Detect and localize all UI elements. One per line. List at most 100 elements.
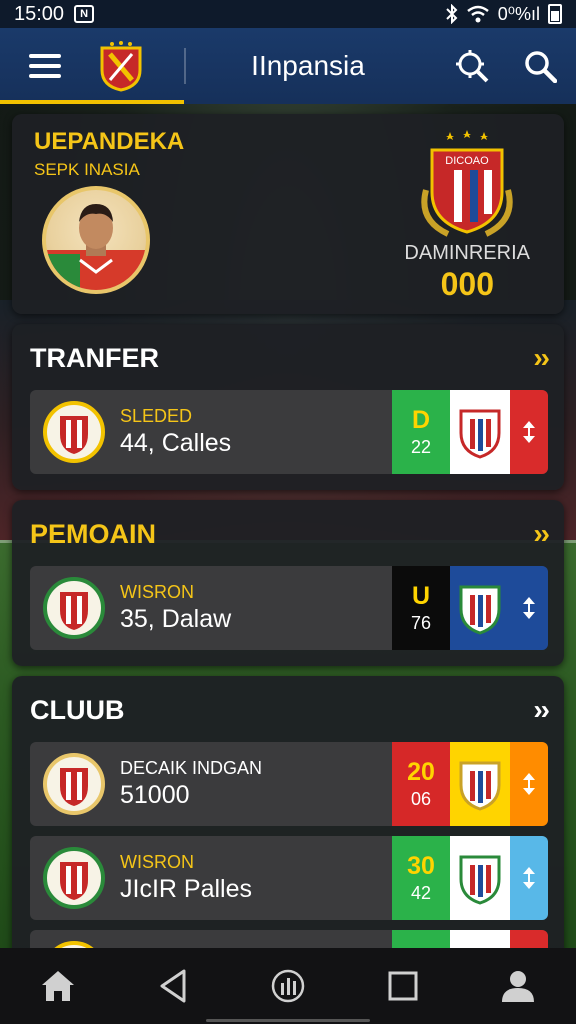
- nav-profile[interactable]: [488, 956, 548, 1016]
- row-detail: JIcIR Palles: [120, 875, 252, 903]
- search-icon: [525, 51, 557, 83]
- section-title: CLUUB: [30, 694, 125, 725]
- list-item[interactable]: WISRON 35, Dalaw U 76: [30, 566, 548, 650]
- search-gear-icon: [456, 50, 489, 83]
- crest-label: DICOAO: [445, 155, 489, 167]
- player-portrait-icon: [46, 204, 146, 290]
- row-detail: 35, Dalaw: [120, 605, 232, 633]
- list-item[interactable]: SLEDED 44, Calles D 22: [30, 390, 548, 474]
- battery-text: 0⁰%ıl: [497, 3, 540, 24]
- section-title: PEMOAIN: [30, 518, 157, 549]
- club-badge-icon: [43, 401, 105, 463]
- opponent-tile: [450, 566, 510, 650]
- search-button[interactable]: [504, 28, 576, 104]
- list-item[interactable]: WISRON JIcIR Palles 30 42: [30, 836, 548, 920]
- app-bar-active-indicator: [0, 100, 184, 104]
- row-tiles: 20 06: [392, 742, 548, 826]
- club-crest-icon[interactable]: DICOAO: [418, 130, 516, 238]
- nav-back[interactable]: [143, 956, 203, 1016]
- opponent-tile: [450, 836, 510, 920]
- stats-icon: [271, 969, 305, 1003]
- club-badge-icon: [43, 577, 105, 639]
- gesture-bar: [206, 1019, 370, 1022]
- notification-icon: N: [74, 5, 95, 23]
- app-logo-crest[interactable]: [98, 40, 144, 92]
- row-name: WISRON: [120, 582, 194, 602]
- menu-button[interactable]: [0, 28, 90, 104]
- score-bottom: 42: [410, 883, 432, 903]
- section-title: TRANFER: [30, 342, 159, 373]
- score-tile: 30 42: [392, 836, 450, 920]
- chevron-right-icon[interactable]: ››: [533, 518, 550, 550]
- hero-club-name: DAMINRERIA: [404, 242, 530, 264]
- section-header[interactable]: CLUUB ››: [30, 688, 550, 732]
- hamburger-icon: [29, 54, 61, 78]
- app-bar: IInpansia: [0, 28, 576, 104]
- opponent-crest-icon: [459, 409, 501, 459]
- row-name: DECAIK INDGAN: [120, 758, 263, 778]
- chevron-right-icon[interactable]: ››: [533, 342, 550, 374]
- swap-button[interactable]: [510, 836, 548, 920]
- row-detail: 51000: [120, 781, 190, 809]
- score-tile: D 22: [392, 390, 450, 474]
- row-name: WISRON: [120, 852, 194, 872]
- score-bottom: 06: [410, 789, 432, 809]
- hero-score: 000: [440, 266, 494, 302]
- opponent-tile: [450, 390, 510, 474]
- status-right: 0⁰%ıl: [446, 4, 562, 25]
- section-header[interactable]: PEMOAIN ››: [30, 512, 550, 556]
- search-settings-button[interactable]: [440, 28, 504, 104]
- section-0: TRANFER ›› SLEDED 44, Calles D 22: [12, 324, 564, 490]
- club-badge-icon: [43, 753, 105, 815]
- swap-arrows-icon: [523, 773, 535, 795]
- score-top: 20: [407, 758, 435, 786]
- club-badge-icon: [43, 847, 105, 909]
- opponent-crest-icon: [459, 855, 501, 905]
- chevron-right-icon[interactable]: ››: [533, 694, 550, 726]
- status-time: 15:00: [14, 2, 65, 25]
- nav-home[interactable]: [28, 956, 88, 1016]
- row-name: SLEDED: [120, 406, 193, 426]
- back-triangle-icon: [160, 969, 186, 1003]
- wifi-icon: [466, 5, 489, 23]
- profile-icon: [502, 971, 535, 1002]
- score-bottom: 22: [410, 437, 432, 457]
- app-title: IInpansia: [251, 50, 365, 81]
- row-detail: 44, Calles: [120, 429, 232, 457]
- opponent-crest-icon: [459, 585, 501, 635]
- row-info: WISRON JIcIR Palles: [120, 852, 252, 904]
- home-icon: [41, 971, 74, 1001]
- row-tiles: U 76: [392, 566, 548, 650]
- row-tiles: D 22: [392, 390, 548, 474]
- sections-container: TRANFER ›› SLEDED 44, Calles D 22 PEMOAI…: [12, 324, 564, 1024]
- opponent-crest-icon: [459, 761, 501, 811]
- battery-icon: [548, 4, 562, 24]
- featured-player-card[interactable]: UEPANDEKA SEPK INASIA DICOAO DAMINRERIA …: [12, 114, 564, 314]
- opponent-tile: [450, 742, 510, 826]
- row-tiles: 30 42: [392, 836, 548, 920]
- swap-button[interactable]: [510, 390, 548, 474]
- score-tile: 20 06: [392, 742, 450, 826]
- nav-stats[interactable]: [258, 956, 318, 1016]
- list-item[interactable]: DECAIK INDGAN 51000 20 06: [30, 742, 548, 826]
- swap-arrows-icon: [523, 597, 535, 619]
- row-info: SLEDED 44, Calles: [120, 406, 231, 458]
- player-avatar[interactable]: [42, 186, 150, 294]
- swap-arrows-icon: [523, 867, 535, 889]
- recent-apps-icon: [388, 971, 418, 1001]
- swap-arrows-icon: [523, 421, 535, 443]
- swap-button[interactable]: [510, 566, 548, 650]
- section-1: PEMOAIN ›› WISRON 35, Dalaw U 76: [12, 500, 564, 666]
- score-top: U: [411, 582, 431, 610]
- bottom-navigation: [0, 948, 576, 1024]
- row-info: DECAIK INDGAN 51000: [120, 758, 262, 810]
- section-header[interactable]: TRANFER ››: [30, 336, 550, 380]
- row-info: WISRON 35, Dalaw: [120, 582, 231, 634]
- bluetooth-icon: [446, 4, 458, 24]
- main-content: UEPANDEKA SEPK INASIA DICOAO DAMINRERIA …: [12, 114, 564, 1024]
- swap-button[interactable]: [510, 742, 548, 826]
- status-bar: 15:00 N 0⁰%ıl: [0, 0, 576, 28]
- score-tile: U 76: [392, 566, 450, 650]
- score-top: D: [411, 406, 431, 434]
- nav-recent-apps[interactable]: [373, 956, 433, 1016]
